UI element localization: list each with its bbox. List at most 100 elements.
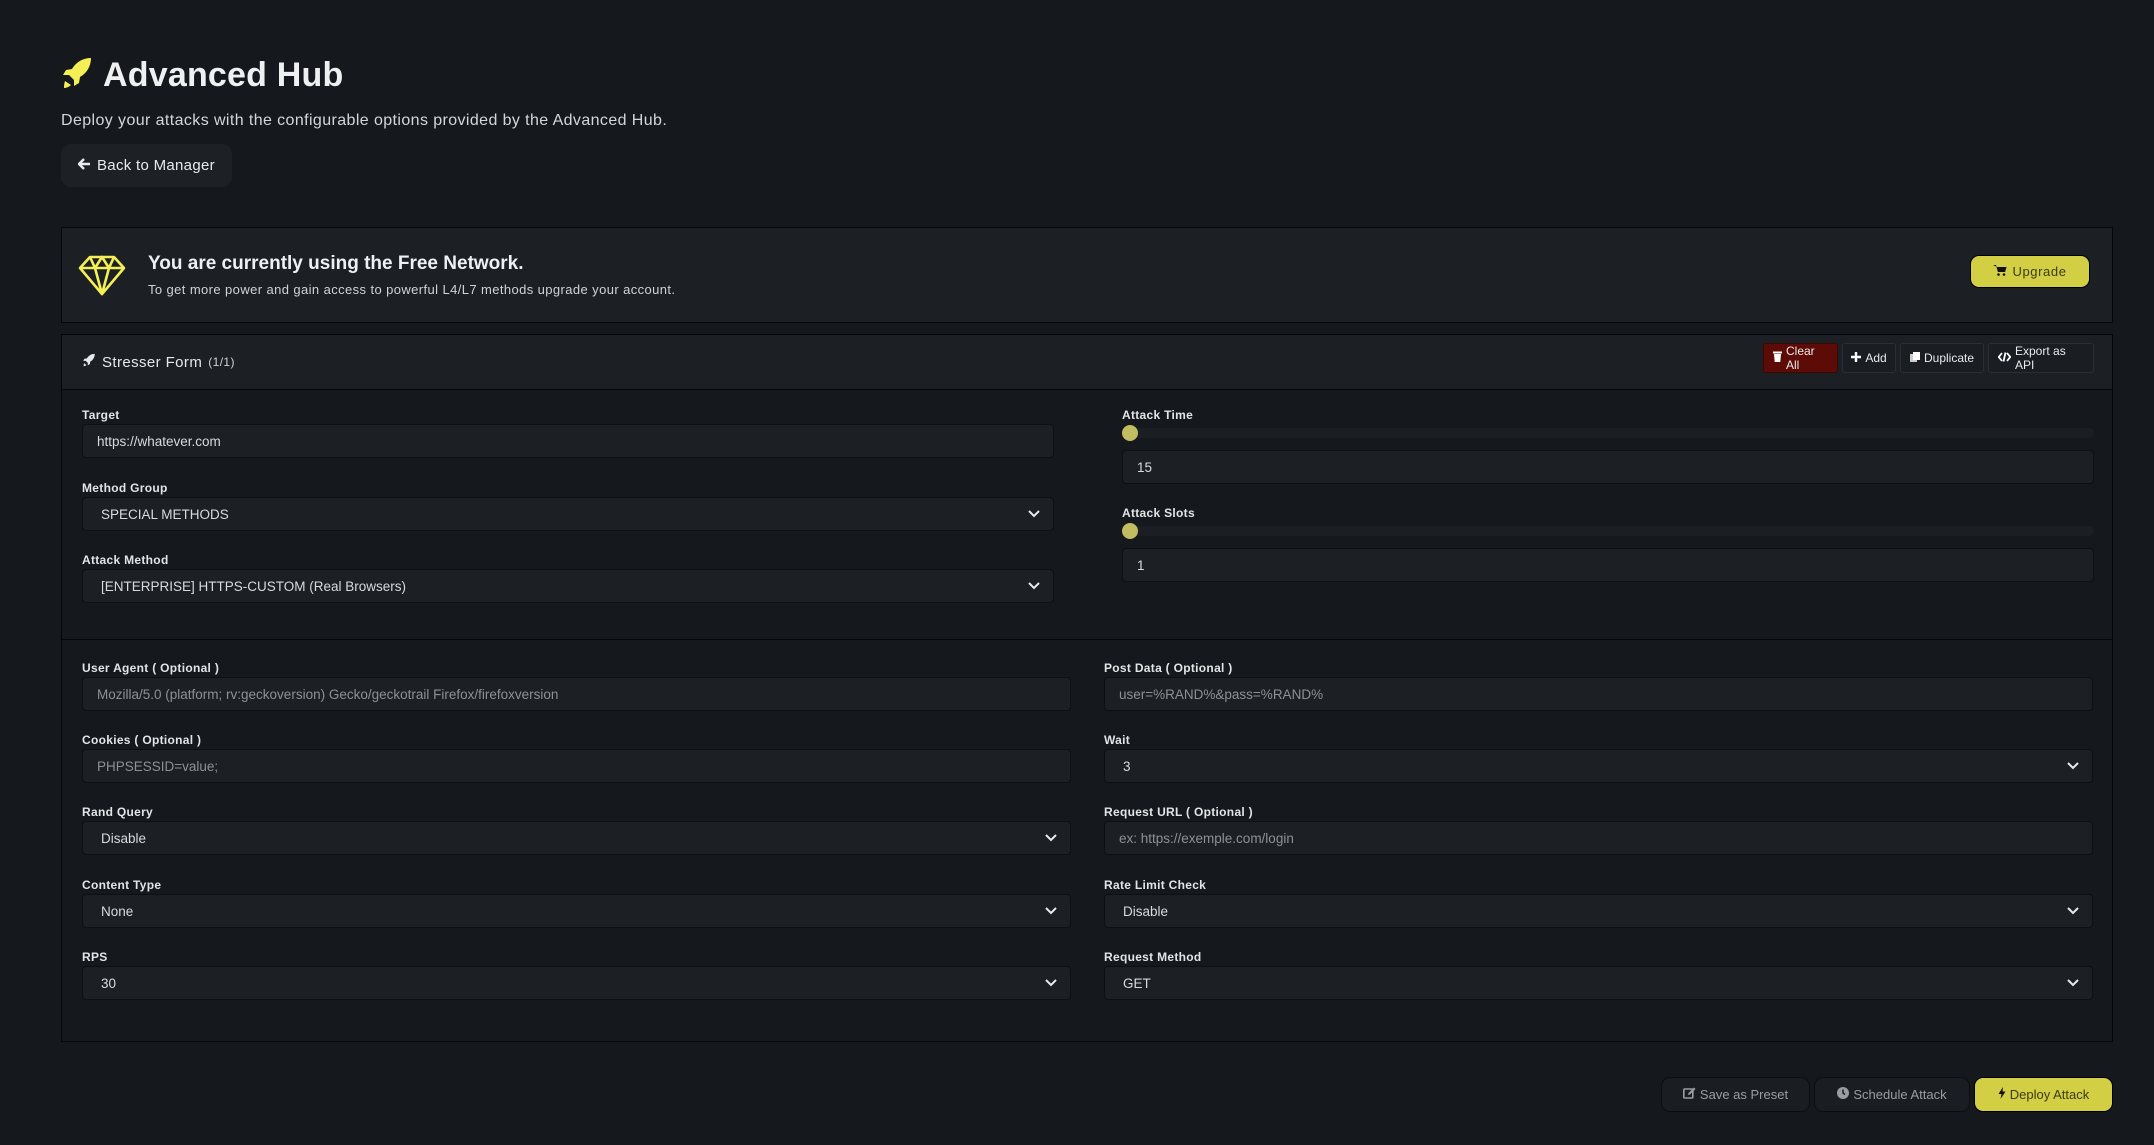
duplicate-label: Duplicate [1923, 351, 1975, 365]
form-count: (1/1) [208, 355, 235, 369]
edit-icon [1682, 1087, 1696, 1102]
attack-slots-slider[interactable] [1122, 523, 2094, 539]
wait-select[interactable]: 3 [1104, 749, 2093, 783]
attack-slots-value: 1 [1137, 557, 1145, 573]
export-api-button[interactable]: Export as API [1988, 343, 2094, 373]
method-group-value: SPECIAL METHODS [101, 506, 229, 522]
upgrade-button[interactable]: Upgrade [1970, 255, 2090, 288]
wait-label: Wait [1104, 733, 1131, 747]
schedule-attack-button[interactable]: Schedule Attack [1814, 1077, 1970, 1112]
save-preset-button[interactable]: Save as Preset [1661, 1077, 1810, 1112]
form-header: Stresser Form (1/1) Clear All Add Duplic… [62, 335, 2112, 390]
page-header: Advanced Hub Deploy your attacks with th… [61, 52, 667, 187]
content-type-field: Content Type None [82, 878, 1071, 928]
rate-limit-check-label: Rate Limit Check [1104, 878, 1207, 892]
attack-slots-slider-thumb[interactable] [1122, 523, 1138, 539]
notice-description: To get more power and gain access to pow… [148, 282, 676, 297]
user-agent-input[interactable]: Mozilla/5.0 (platform; rv:geckoversion) … [82, 677, 1071, 711]
clock-icon [1837, 1087, 1850, 1102]
free-network-notice: You are currently using the Free Network… [61, 227, 2113, 323]
attack-time-field: Attack Time 15 [1122, 408, 2094, 484]
add-label: Add [1865, 351, 1887, 365]
duplicate-button[interactable]: Duplicate [1900, 343, 1984, 373]
upgrade-label: Upgrade [2012, 264, 2067, 279]
attack-slots-input[interactable]: 1 [1122, 548, 2094, 582]
attack-time-value: 15 [1137, 459, 1153, 475]
user-agent-field: User Agent ( Optional ) Mozilla/5.0 (pla… [82, 661, 1071, 711]
request-url-label: Request URL ( Optional ) [1104, 805, 1253, 819]
page-title: Advanced Hub [103, 55, 344, 94]
attack-time-label: Attack Time [1122, 408, 1194, 422]
diamond-icon [78, 254, 126, 296]
add-button[interactable]: Add [1842, 343, 1896, 373]
stresser-form-card: Stresser Form (1/1) Clear All Add Duplic… [61, 334, 2113, 1042]
target-value: https://whatever.com [97, 433, 221, 449]
plus-icon [1851, 351, 1862, 365]
form-title: Stresser Form [102, 353, 203, 371]
attack-method-field: Attack Method [ENTERPRISE] HTTPS-CUSTOM … [82, 553, 1054, 603]
user-agent-placeholder: Mozilla/5.0 (platform; rv:geckoversion) … [97, 686, 559, 702]
arrow-left-icon [77, 157, 91, 174]
post-data-label: Post Data ( Optional ) [1104, 661, 1233, 675]
rps-value: 30 [101, 975, 117, 991]
trash-icon [1773, 351, 1782, 365]
method-group-select[interactable]: SPECIAL METHODS [82, 497, 1054, 531]
attack-time-slider-thumb[interactable] [1122, 425, 1138, 441]
chevron-down-icon [2067, 979, 2079, 987]
request-method-field: Request Method GET [1104, 950, 2093, 1000]
request-url-placeholder: ex: https://exemple.com/login [1119, 830, 1294, 846]
primary-settings-section: Target https://whatever.com Method Group… [62, 390, 2112, 640]
schedule-attack-label: Schedule Attack [1853, 1087, 1947, 1102]
rate-limit-check-value: Disable [1123, 903, 1169, 919]
rand-query-field: Rand Query Disable [82, 805, 1071, 855]
attack-slots-label: Attack Slots [1122, 506, 1195, 520]
rand-query-label: Rand Query [82, 805, 154, 819]
chevron-down-icon [1045, 979, 1057, 987]
attack-method-label: Attack Method [82, 553, 169, 567]
post-data-input[interactable]: user=%RAND%&pass=%RAND% [1104, 677, 2093, 711]
clear-all-label: Clear All [1786, 344, 1815, 372]
chevron-down-icon [1045, 907, 1057, 915]
rps-label: RPS [82, 950, 108, 964]
target-label: Target [82, 408, 120, 422]
bolt-icon [1998, 1087, 2006, 1102]
clear-all-button[interactable]: Clear All [1763, 343, 1838, 373]
method-group-label: Method Group [82, 481, 168, 495]
rocket-icon [61, 56, 93, 95]
cart-icon [1993, 264, 2007, 279]
cookies-input[interactable]: PHPSESSID=value; [82, 749, 1071, 783]
chevron-down-icon [2067, 907, 2079, 915]
attack-time-slider[interactable] [1122, 425, 2094, 441]
rps-select[interactable]: 30 [82, 966, 1071, 1000]
cookies-label: Cookies ( Optional ) [82, 733, 202, 747]
deploy-attack-label: Deploy Attack [2009, 1087, 2090, 1102]
rocket-icon [82, 353, 96, 371]
content-type-select[interactable]: None [82, 894, 1071, 928]
save-preset-label: Save as Preset [1699, 1087, 1789, 1102]
target-input[interactable]: https://whatever.com [82, 424, 1054, 458]
notice-title: You are currently using the Free Network… [148, 253, 524, 274]
request-method-select[interactable]: GET [1104, 966, 2093, 1000]
rate-limit-check-field: Rate Limit Check Disable [1104, 878, 2093, 928]
attack-slots-field: Attack Slots 1 [1122, 506, 2094, 582]
attack-method-select[interactable]: [ENTERPRISE] HTTPS-CUSTOM (Real Browsers… [82, 569, 1054, 603]
request-url-input[interactable]: ex: https://exemple.com/login [1104, 821, 2093, 855]
request-url-field: Request URL ( Optional ) ex: https://exe… [1104, 805, 2093, 855]
rps-field: RPS 30 [82, 950, 1071, 1000]
request-method-label: Request Method [1104, 950, 1202, 964]
export-api-label: Export as API [2015, 344, 2066, 372]
code-icon [1997, 351, 2012, 365]
rand-query-select[interactable]: Disable [82, 821, 1071, 855]
attack-method-value: [ENTERPRISE] HTTPS-CUSTOM (Real Browsers… [101, 578, 407, 594]
chevron-down-icon [1045, 834, 1057, 842]
back-button-label: Back to Manager [97, 157, 215, 174]
deploy-attack-button[interactable]: Deploy Attack [1974, 1077, 2113, 1112]
wait-field: Wait 3 [1104, 733, 2093, 783]
rate-limit-check-select[interactable]: Disable [1104, 894, 2093, 928]
content-type-value: None [101, 903, 134, 919]
back-to-manager-button[interactable]: Back to Manager [61, 144, 232, 187]
chevron-down-icon [2067, 762, 2079, 770]
wait-value: 3 [1123, 758, 1131, 774]
attack-time-input[interactable]: 15 [1122, 450, 2094, 484]
content-type-label: Content Type [82, 878, 162, 892]
